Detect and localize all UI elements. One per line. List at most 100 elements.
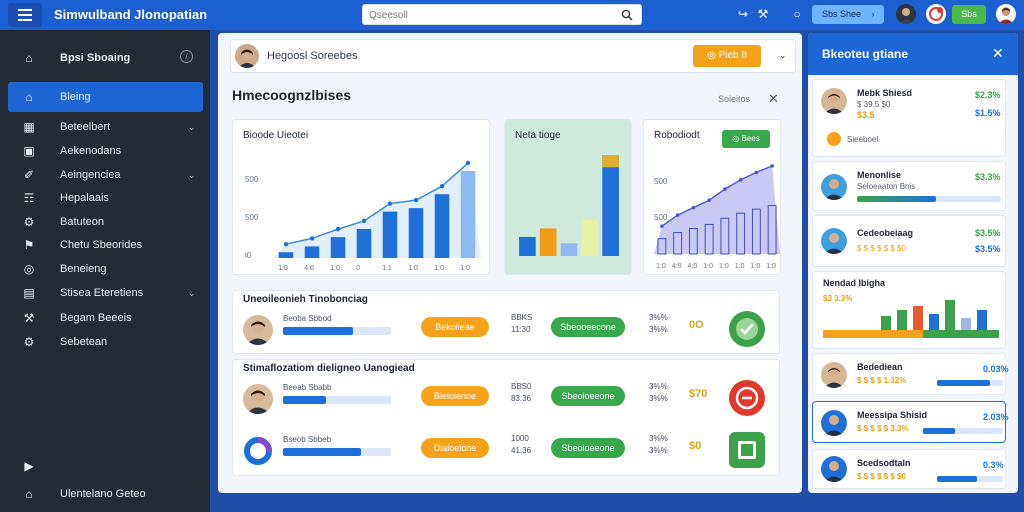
user-action-button[interactable]: ◎ Pieb 8 (693, 45, 761, 67)
coin-icon: ◎ (707, 50, 716, 61)
avatar[interactable] (235, 44, 259, 68)
close-icon[interactable]: ✕ (992, 45, 1004, 62)
row-numbers: BBKS 11:30 (511, 312, 532, 336)
status-alert-icon (729, 380, 765, 416)
sidebar-item-active[interactable]: ⌂ Bleing (8, 82, 203, 112)
sidebar-footer-label: Ulentelano Geteo (60, 488, 146, 500)
section-link[interactable]: Soieitos (718, 94, 750, 104)
play-circle-icon: ▶ (24, 459, 34, 473)
mini-bar (961, 318, 971, 330)
card-sub: $ 39.5 $0 (857, 100, 891, 109)
chart-point (309, 236, 315, 241)
status-pill-orange[interactable]: Bekoiieae (421, 317, 489, 337)
user-avatar-small[interactable] (896, 4, 916, 24)
summary-card[interactable]: Mebk Shiesd $ 39.5 $0 $3.5 $2.3% $1.5% S… (812, 79, 1006, 157)
notification-icon[interactable]: ○ (790, 7, 804, 21)
search-box[interactable] (362, 4, 642, 25)
sidebar-item[interactable]: ▣ Aekenodans (0, 141, 210, 161)
row-value: $70 (689, 388, 708, 400)
card-pct: $3.5% (975, 228, 1001, 238)
mini-bar (929, 314, 939, 330)
sidebar-item-play[interactable]: ▶ (0, 456, 210, 476)
chart-point (738, 178, 743, 182)
summary-card[interactable]: Cedeobeiaag $ $ $ $ $ $ $0 $3.5% $3.5% (812, 215, 1006, 267)
row-pct: 3%% (649, 446, 668, 455)
progress-track (937, 380, 1003, 386)
gear-icon: ⚙ (23, 215, 35, 229)
summary-card[interactable]: Menonlise Seloeaaton Bnis $3.3% (812, 161, 1006, 211)
table-row[interactable]: Beeab Sbabb Bieloienoe BBS0 83.36 Sbeoioe… (233, 378, 781, 418)
row-number: BBKS (511, 313, 533, 322)
flag-icon: ⚑ (23, 238, 35, 252)
compass-icon[interactable]: / (180, 50, 193, 63)
x-tick-label: 0 (356, 265, 360, 272)
sidebar-item[interactable]: ⚙ Sebetean (0, 332, 210, 352)
sidebar-item[interactable]: ◎ Beneieng (0, 259, 210, 279)
mini-bar-chart (823, 300, 999, 338)
card-pct: $2.3% (975, 90, 1001, 100)
card-value: $3.5 (857, 110, 875, 120)
search-icon[interactable] (621, 9, 633, 21)
sidebar-item[interactable]: ✐ Aeingenciea ⌄ (0, 165, 210, 185)
sidebar-item[interactable]: ▦ Beteelbert ⌄ (0, 117, 210, 137)
sidebar-header-label: Bpsi Sboaing (60, 52, 131, 64)
right-panel: Bkeoteu gtiane ✕ Mebk Shiesd $ 39.5 $0 $… (808, 33, 1018, 493)
chart-bar (539, 228, 557, 256)
row-label: Beeab Sbabb (283, 383, 332, 392)
y-tick-label: 500 (654, 177, 668, 186)
table-row[interactable]: Bseob Sbbeb Dialoelone 1000 41.36 Sbeoioe… (233, 430, 781, 470)
summary-card[interactable]: Bedediean $ $ $ $ 1.32% 0.03% (812, 353, 1009, 395)
calendar-icon: ▣ (23, 144, 35, 158)
summary-chart-card[interactable]: Nendad Ibigha $3 3.3% (812, 271, 1006, 349)
close-icon[interactable]: ✕ (768, 91, 779, 107)
x-tick-label: 1:0 (278, 265, 288, 272)
card-sub: $ $ $ $ $ $ $0 (857, 472, 906, 481)
chart-3: 500 500 1:0 4:0 4:0 1:0 1:0 1:0 1:0 1:0 (654, 164, 780, 270)
chevron-down-icon[interactable]: ⌄ (779, 50, 787, 61)
wrench-icon[interactable]: ⚒ (756, 7, 770, 21)
mini-bar (945, 300, 955, 330)
x-tick-label: 1:0 (766, 263, 776, 270)
status-badge[interactable]: Sbs (952, 5, 986, 24)
progress-fill (857, 196, 937, 202)
share-icon[interactable]: ↪ (736, 7, 750, 21)
sidebar-item[interactable]: ▤ Stisea Eteretiens ⌄ (0, 283, 210, 303)
row-label: Bseob Sbbeb (283, 435, 332, 444)
summary-card[interactable]: Meessipa Shisid $ $ $ $ $ 3.3% 2.03% (812, 401, 1009, 443)
status-pill-orange[interactable]: Dialoelone (421, 438, 489, 458)
chart-bar (581, 219, 599, 256)
table-row[interactable]: Beoba Sbbod Bekoiieae BBKS 11:30 Sbeooeec… (233, 309, 781, 349)
alert-icon[interactable] (926, 4, 946, 24)
hamburger-menu-button[interactable] (8, 3, 42, 27)
row-number: 11:30 (511, 325, 531, 334)
summary-card[interactable]: Scedsodtaln $ $ $ $ $ $ $0 0.3% (812, 449, 1006, 489)
card-pct-secondary: $1.5% (975, 108, 1001, 118)
sidebar-item-label: Bleing (60, 91, 91, 103)
status-pill-green[interactable]: Sbeoioeeone (551, 438, 625, 458)
chart-card-2: Neta tioge (504, 119, 632, 275)
status-pill-green[interactable]: Sbeooeecone (551, 317, 625, 337)
row-number: 41.36 (511, 446, 532, 455)
status-pill-label: Sbeoioeeone (561, 391, 615, 401)
sidebar-header[interactable]: ⌂ Bpsi Sboaing / (0, 48, 210, 68)
workspace-selector[interactable]: Sbs Shee › (812, 5, 884, 24)
profile-avatar[interactable] (996, 4, 1016, 24)
sidebar-item[interactable]: ⚑ Chetu Sbeorides (0, 235, 210, 255)
chart-card-3: Robodiodt ◎ Bees 500 500 1:0 4:0 4:0 1:0 1:0 1:… (643, 119, 781, 275)
row-pct: 3%% (649, 434, 668, 443)
search-input[interactable] (369, 7, 609, 23)
sidebar-footer[interactable]: ⌂ Ulentelano Geteo (0, 484, 210, 504)
sidebar-item-label: Begam Beeeis (60, 312, 132, 324)
wrench-icon: ⚒ (23, 311, 35, 325)
row-percentages: 3%% 3%% (649, 433, 668, 457)
sidebar-item[interactable]: ☶ Hepalaais (0, 188, 210, 208)
chevron-right-icon: › (871, 9, 875, 19)
progress-fill (937, 380, 990, 386)
chart-point (335, 226, 341, 232)
sidebar-item[interactable]: ⚒ Begam Beeeis (0, 308, 210, 328)
status-pill-orange[interactable]: Bieloienoe (421, 386, 489, 406)
status-pill-green[interactable]: Sbeoioeeone (551, 386, 625, 406)
chart-bar-cap (602, 155, 619, 168)
sidebar-item[interactable]: ⚙ Batuteon (0, 212, 210, 232)
workspace-label: Sbs Shee (822, 9, 862, 19)
